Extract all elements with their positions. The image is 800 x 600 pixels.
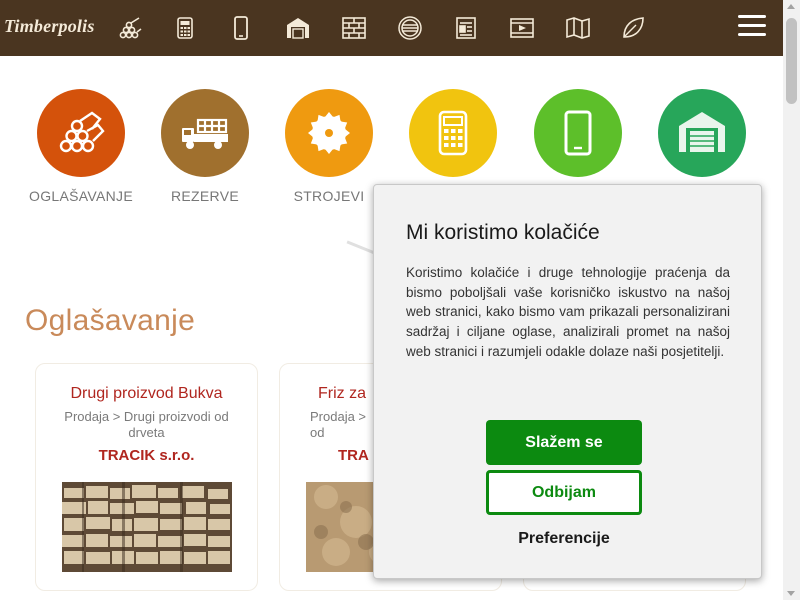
logs-icon[interactable] (116, 14, 144, 42)
category-label: STROJEVI (293, 188, 365, 204)
scroll-thumb[interactable] (786, 18, 797, 104)
calculator-icon[interactable] (171, 14, 199, 42)
cookie-preferences-button[interactable]: Preferencije (486, 527, 642, 551)
top-navigation-bar: Timberpolis (0, 0, 783, 56)
leaf-icon[interactable] (619, 14, 647, 42)
scroll-up-arrow-icon[interactable] (787, 4, 795, 9)
video-icon[interactable] (508, 14, 536, 42)
category-rezerve[interactable]: REZERVE (140, 89, 270, 204)
category-warehouse[interactable] (637, 89, 767, 188)
card-title[interactable]: Drugi proizvod Bukva (36, 385, 257, 403)
category-circle (534, 89, 622, 177)
cookie-dialog-title: Mi koristimo kolačiće (406, 221, 600, 244)
document-icon[interactable] (452, 14, 480, 42)
logs-icon (59, 111, 105, 153)
scroll-down-arrow-icon[interactable] (787, 591, 795, 596)
page-scrollbar[interactable] (783, 0, 800, 600)
cookie-consent-dialog: Mi koristimo kolačiće Koristimo kolačiće… (373, 184, 762, 579)
cookie-dialog-text: Koristimo kolačiće i druge tehnologije p… (406, 265, 730, 359)
category-phone[interactable] (513, 89, 643, 188)
category-circle (658, 89, 746, 177)
card-company[interactable]: TRACIK s.r.o. (36, 447, 257, 464)
warehouse-icon (679, 112, 725, 152)
accept-cookies-button[interactable]: Slažem se (486, 420, 642, 465)
calculator-icon (438, 110, 468, 156)
section-title: Oglašavanje (25, 304, 196, 337)
round-log-icon[interactable] (396, 14, 424, 42)
category-circle (161, 89, 249, 177)
product-photo[interactable] (62, 482, 232, 572)
category-label: REZERVE (171, 188, 239, 204)
card-category: Prodaja > Drugi proizvodi od drveta (64, 409, 229, 440)
category-calculator[interactable] (388, 89, 518, 188)
warehouse-icon[interactable] (284, 14, 312, 42)
category-circle (409, 89, 497, 177)
decorative-divider (346, 240, 376, 255)
saw-blade-icon (308, 112, 350, 154)
phone-icon[interactable] (227, 14, 255, 42)
ad-card[interactable]: Drugi proizvod Bukva Prodaja > Drugi pro… (35, 363, 258, 591)
truck-icon (182, 118, 228, 149)
bricks-icon[interactable] (340, 14, 368, 42)
map-icon[interactable] (564, 14, 592, 42)
hamburger-menu-button[interactable] (738, 15, 766, 39)
reject-cookies-button[interactable]: Odbijam (486, 470, 642, 515)
category-label: OGLAŠAVANJE (29, 188, 133, 204)
category-oglasavanje[interactable]: OGLAŠAVANJE (16, 89, 146, 204)
category-circle (37, 89, 125, 177)
category-circle (285, 89, 373, 177)
phone-icon (564, 110, 592, 156)
site-logo[interactable]: Timberpolis (4, 16, 95, 37)
